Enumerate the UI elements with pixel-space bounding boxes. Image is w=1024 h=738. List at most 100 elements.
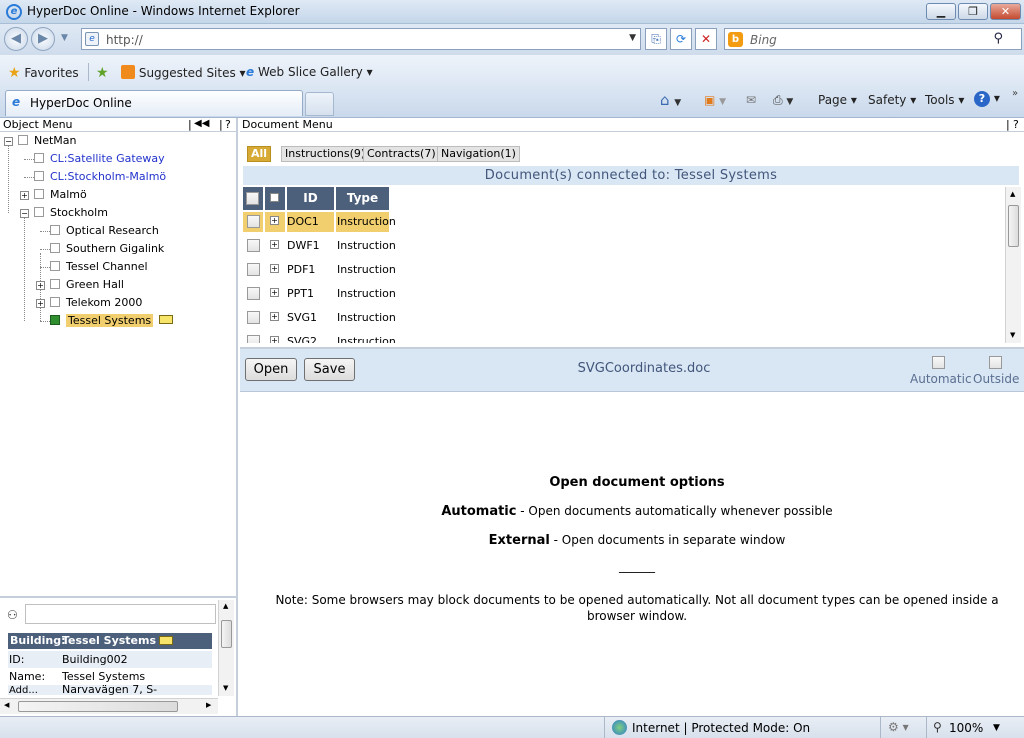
zoom-level[interactable]: 100% — [949, 721, 983, 735]
tree-node-malmo[interactable]: Malmö — [34, 188, 87, 202]
more-chevron-icon[interactable]: » — [1012, 88, 1018, 99]
address-input[interactable]: e http:// ▼ — [81, 28, 641, 50]
row-expand-icon[interactable]: + — [270, 288, 279, 297]
properties-search-input[interactable] — [25, 604, 216, 624]
tree-toggle-malmo[interactable]: + — [20, 191, 29, 200]
tree-node-stockholm-malmo[interactable]: CL:Stockholm-Malmö — [34, 170, 166, 184]
filter-all-button[interactable]: All — [247, 146, 272, 162]
column-header-id[interactable]: ID — [287, 187, 334, 210]
document-book-icon[interactable] — [159, 636, 173, 645]
filter-navigation-button[interactable]: Navigation(1) — [437, 146, 520, 162]
scroll-left-icon[interactable]: ◀ — [4, 701, 9, 709]
object-menu-help-icon[interactable]: ? — [225, 118, 231, 131]
print-icon[interactable]: ⎙ ▼ — [773, 93, 793, 108]
table-row[interactable]: + PPT1 Instruction — [243, 282, 396, 306]
row-checkbox[interactable] — [247, 215, 260, 228]
tree-node-optical-research[interactable]: Optical Research — [50, 224, 159, 238]
document-menu-help-icon[interactable]: ? — [1013, 118, 1019, 131]
protected-mode-icon[interactable]: ⚙ ▾ — [888, 720, 909, 734]
home-icon[interactable]: ⌂ ▼ — [660, 91, 681, 109]
table-row[interactable]: + DWF1 Instruction — [243, 234, 396, 258]
save-button[interactable]: Save — [304, 358, 355, 381]
table-row[interactable]: + DOC1 Instruction — [243, 210, 396, 234]
page-menu[interactable]: Page ▾ — [818, 93, 857, 107]
row-checkbox[interactable] — [247, 287, 260, 300]
binoculars-icon[interactable]: ⚇ — [7, 608, 18, 622]
scroll-right-icon[interactable]: ▶ — [206, 701, 211, 709]
zoom-dropdown-icon[interactable]: ▼ — [993, 723, 1000, 733]
row-expand-icon[interactable]: + — [270, 336, 279, 343]
select-all-checkbox[interactable] — [246, 192, 259, 205]
suggested-sites-button[interactable]: Suggested Sites ▾ — [121, 65, 246, 80]
add-favorite-icon[interactable]: ★ — [96, 65, 109, 81]
row-expand-icon[interactable]: + — [270, 240, 279, 249]
tree-toggle-stockholm[interactable]: − — [20, 209, 29, 218]
header-select-all[interactable] — [243, 187, 263, 210]
history-dropdown-icon[interactable]: ▼ — [61, 33, 68, 43]
row-checkbox[interactable] — [247, 311, 260, 324]
row-expand-icon[interactable]: + — [270, 264, 279, 273]
tree-toggle-netman[interactable]: − — [4, 137, 13, 146]
help-menu[interactable]: ? ▾ — [974, 91, 1000, 107]
table-row[interactable]: + SVG2 Instruction — [243, 330, 396, 343]
row-checkbox[interactable] — [247, 239, 260, 252]
document-book-icon[interactable] — [159, 315, 174, 324]
stop-icon[interactable]: ✕ — [695, 28, 717, 50]
row-expand-icon[interactable]: + — [270, 312, 279, 321]
web-slice-gallery-button[interactable]: e Web Slice Gallery ▾ — [246, 65, 373, 79]
table-row[interactable]: + SVG1 Instruction — [243, 306, 396, 330]
open-button[interactable]: Open — [245, 358, 297, 381]
scroll-thumb[interactable] — [1008, 205, 1019, 247]
minimize-button[interactable]: ▁ — [926, 3, 956, 20]
row-checkbox[interactable] — [247, 335, 260, 343]
compatibility-view-icon[interactable]: ⎘ — [645, 28, 667, 50]
header-expand-all[interactable]: + — [265, 187, 285, 210]
tree-node-green-hall[interactable]: Green Hall — [50, 278, 124, 292]
documents-vertical-scrollbar[interactable]: ▲ ▼ — [1005, 187, 1021, 343]
close-window-button[interactable]: ✕ — [990, 3, 1021, 20]
search-icon[interactable]: ⚲ — [993, 31, 1003, 46]
maximize-button[interactable]: ❐ — [958, 3, 988, 20]
new-tab-button[interactable] — [305, 92, 334, 116]
tree-node-stockholm[interactable]: Stockholm — [34, 206, 108, 220]
zoom-icon[interactable]: ⚲ — [933, 720, 942, 734]
row-expand-icon[interactable]: + — [270, 216, 279, 225]
back-button[interactable]: ◀ — [4, 27, 28, 51]
automatic-checkbox[interactable] — [932, 356, 945, 369]
scroll-thumb[interactable] — [221, 620, 232, 648]
scroll-up-icon[interactable]: ▲ — [1010, 190, 1015, 198]
tree-toggle-green-hall[interactable]: + — [36, 281, 45, 290]
tree-toggle-telekom[interactable]: + — [36, 299, 45, 308]
filter-instructions-button[interactable]: Instructions(9) — [281, 146, 370, 162]
tree-node-tessel-systems[interactable]: Tessel Systems — [50, 314, 174, 328]
filter-contracts-button[interactable]: Contracts(7) — [363, 146, 440, 162]
properties-vertical-scrollbar[interactable]: ▲ ▼ — [218, 600, 234, 696]
scroll-down-icon[interactable]: ▼ — [223, 684, 228, 692]
scroll-down-icon[interactable]: ▼ — [1010, 331, 1015, 339]
forward-button[interactable]: ▶ — [31, 27, 55, 51]
security-zone[interactable]: Internet | Protected Mode: On — [632, 721, 810, 735]
scroll-up-icon[interactable]: ▲ — [223, 602, 228, 610]
properties-horizontal-scrollbar[interactable]: ◀ ▶ — [0, 698, 218, 714]
mail-icon[interactable]: ✉ — [746, 93, 756, 107]
search-input[interactable]: b Bing ⚲ — [724, 28, 1022, 50]
refresh-icon[interactable]: ⟳ — [670, 28, 692, 50]
address-dropdown-icon[interactable]: ▼ — [629, 33, 636, 43]
tree-node-satellite-gateway[interactable]: CL:Satellite Gateway — [34, 152, 165, 166]
collapse-pane-icon[interactable]: ◀◀ — [194, 117, 209, 130]
table-row[interactable]: + PDF1 Instruction — [243, 258, 396, 282]
tools-menu[interactable]: Tools ▾ — [925, 93, 964, 107]
tree-node-tessel-channel[interactable]: Tessel Channel — [50, 260, 148, 274]
safety-menu[interactable]: Safety ▾ — [868, 93, 916, 107]
column-header-type[interactable]: Type — [336, 187, 389, 210]
tree-node-netman[interactable]: NetMan — [18, 134, 77, 148]
outside-checkbox[interactable] — [989, 356, 1002, 369]
expand-all-icon[interactable]: + — [270, 193, 279, 202]
tab-hyperdoc[interactable]: e HyperDoc Online — [5, 90, 303, 116]
favorites-button[interactable]: ★ Favorites — [8, 65, 79, 81]
row-checkbox[interactable] — [247, 263, 260, 276]
feeds-icon[interactable]: ▣ ▼ — [704, 93, 726, 107]
tree-node-southern-gigalink[interactable]: Southern Gigalink — [50, 242, 164, 256]
tree-node-telekom-2000[interactable]: Telekom 2000 — [50, 296, 142, 310]
scroll-thumb[interactable] — [18, 701, 178, 712]
